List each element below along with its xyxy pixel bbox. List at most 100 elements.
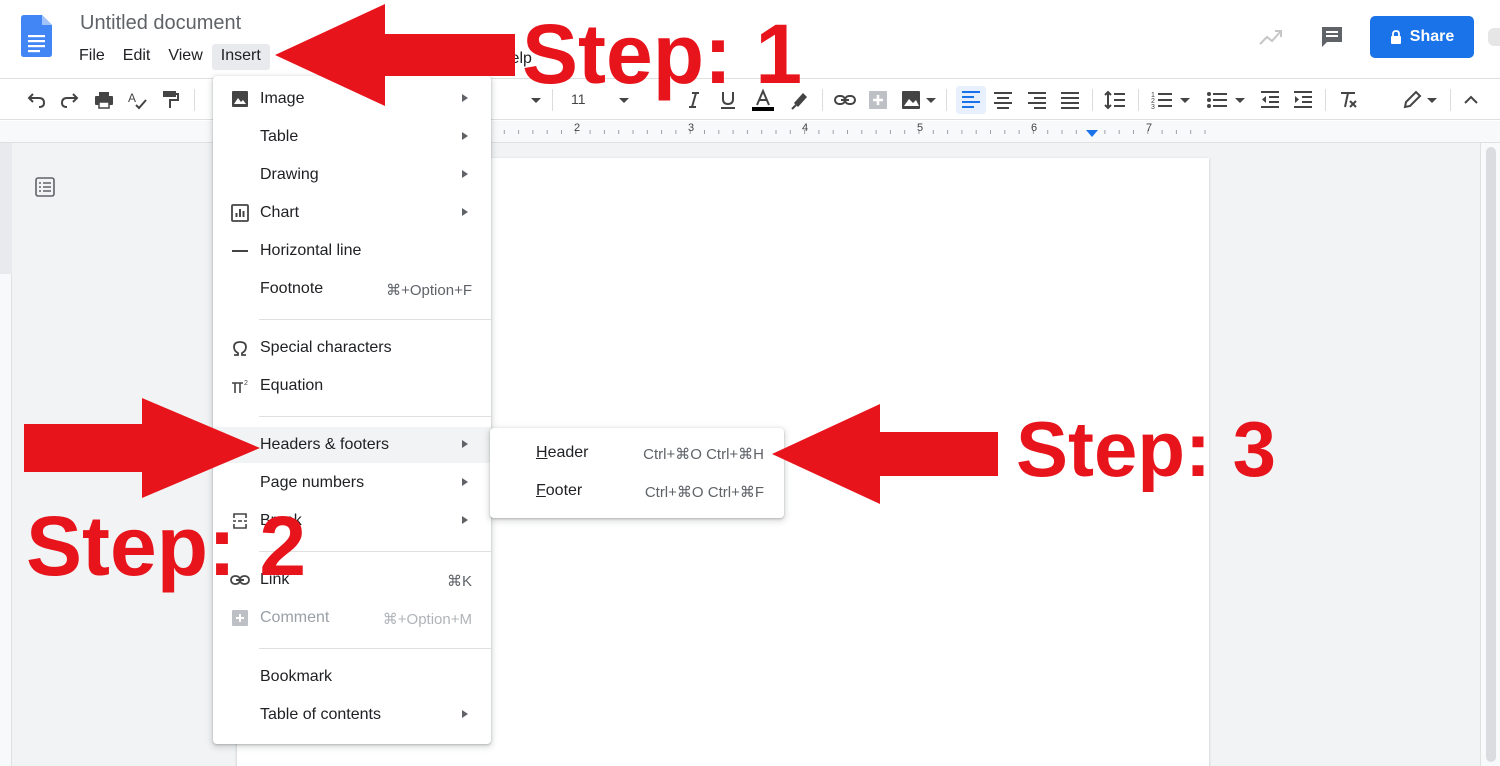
comments-icon[interactable] — [1319, 24, 1345, 50]
right-indent-marker-icon[interactable] — [1085, 130, 1099, 138]
account-avatar[interactable] — [1488, 28, 1500, 46]
image-icon — [230, 89, 250, 109]
ruler-number: 3 — [688, 122, 695, 134]
toolbar-separator — [946, 89, 947, 111]
share-label: Share — [1409, 28, 1455, 45]
google-docs-window: Untitled document File Edit View Insert … — [0, 0, 1500, 766]
submenu-arrow-icon — [462, 170, 468, 178]
submenu-item-shortcut: Ctrl+⌘O Ctrl+⌘F — [644, 484, 764, 501]
menu-item-table[interactable]: Table — [213, 119, 491, 155]
ruler-ticks — [490, 130, 1206, 134]
toolbar-separator — [822, 89, 823, 111]
annotation-arrow-step3 — [772, 404, 998, 504]
menu-item-footnote[interactable]: Footnote ⌘+Option+F — [213, 271, 491, 307]
menu-edit[interactable]: Edit — [114, 44, 160, 70]
ruler-number: 7 — [1146, 122, 1153, 134]
menu-item-label: Chart — [260, 204, 300, 221]
toolbar-separator — [1450, 89, 1451, 111]
submenu-arrow-icon — [462, 440, 468, 448]
paint-format-icon[interactable] — [158, 88, 182, 112]
menu-file[interactable]: File — [70, 44, 114, 70]
menu-item-bookmark[interactable]: Bookmark — [213, 659, 491, 695]
justify-icon[interactable] — [1058, 88, 1082, 112]
menu-item-horizontal-line[interactable]: Horizontal line — [213, 233, 491, 269]
document-outline-icon[interactable] — [34, 176, 56, 198]
increase-indent-icon[interactable] — [1291, 88, 1315, 112]
docs-logo-icon[interactable] — [21, 15, 52, 57]
activity-trend-icon[interactable] — [1258, 26, 1284, 48]
submenu-arrow-icon — [462, 132, 468, 140]
menu-item-label: Drawing — [260, 166, 319, 183]
menu-item-label: Equation — [260, 377, 324, 394]
menu-bar: File Edit View Insert — [70, 44, 270, 70]
clear-formatting-icon[interactable] — [1336, 88, 1360, 112]
print-icon[interactable] — [92, 88, 116, 112]
menu-separator — [259, 416, 491, 417]
menu-item-chart[interactable]: Chart — [213, 195, 491, 231]
submenu-item-label: Footer — [536, 482, 583, 499]
align-left-icon[interactable] — [956, 86, 986, 114]
ruler-number: 5 — [917, 122, 924, 134]
insert-image-icon[interactable] — [899, 88, 923, 112]
menu-item-label: Table — [260, 128, 299, 145]
svg-text:A: A — [128, 91, 136, 105]
omega-icon — [230, 338, 250, 358]
collapse-toolbar-chevron-icon[interactable] — [1459, 88, 1483, 112]
chart-icon — [230, 203, 250, 223]
editing-mode-pencil-icon[interactable] — [1400, 88, 1424, 112]
headers-footers-submenu: Header Ctrl+⌘O Ctrl+⌘H Footer Ctrl+⌘O Ct… — [490, 428, 784, 518]
align-right-icon[interactable] — [1025, 88, 1049, 112]
document-title[interactable]: Untitled document — [80, 12, 241, 35]
svg-text:2: 2 — [244, 380, 248, 387]
submenu-item-footer[interactable]: Footer Ctrl+⌘O Ctrl+⌘F — [490, 472, 784, 510]
vertical-scrollbar[interactable] — [1480, 143, 1500, 766]
decrease-indent-icon[interactable] — [1258, 88, 1282, 112]
ruler-number: 2 — [574, 122, 581, 134]
annotation-arrow-step1 — [275, 4, 515, 106]
toolbar-separator — [1138, 89, 1139, 111]
menu-item-shortcut: ⌘+Option+M — [382, 611, 472, 628]
menu-item-label: Headers & footers — [260, 436, 389, 453]
editing-mode-dropdown-icon[interactable] — [1425, 88, 1439, 112]
menu-item-shortcut: ⌘+Option+F — [386, 282, 472, 299]
submenu-arrow-icon — [462, 478, 468, 486]
menu-item-label: Table of contents — [260, 706, 381, 723]
align-center-icon[interactable] — [991, 88, 1015, 112]
submenu-arrow-icon — [462, 710, 468, 718]
menu-view[interactable]: View — [159, 44, 211, 70]
image-dropdown-icon[interactable] — [924, 88, 938, 112]
annotation-step3: Step: 3 — [1016, 405, 1277, 493]
ruler-number: 6 — [1031, 122, 1038, 134]
menu-item-label: Special characters — [260, 339, 392, 356]
toolbar-separator — [1325, 89, 1326, 111]
annotation-arrow-step2 — [24, 398, 260, 498]
ruler-number: 4 — [802, 122, 809, 134]
menu-item-label: Page numbers — [260, 474, 365, 491]
menu-separator — [259, 648, 491, 649]
scrollbar-thumb[interactable] — [1486, 147, 1496, 762]
submenu-item-shortcut: Ctrl+⌘O Ctrl+⌘H — [643, 446, 764, 463]
submenu-item-header[interactable]: Header Ctrl+⌘O Ctrl+⌘H — [490, 434, 784, 472]
menu-item-drawing[interactable]: Drawing — [213, 157, 491, 193]
menu-item-label: Comment — [260, 609, 330, 626]
menu-item-table-of-contents[interactable]: Table of contents — [213, 697, 491, 733]
redo-icon[interactable] — [58, 88, 82, 112]
bulleted-list-icon[interactable] — [1205, 88, 1229, 112]
menu-item-special-characters[interactable]: Special characters — [213, 330, 491, 366]
lock-icon — [1390, 30, 1401, 44]
add-comment-icon[interactable] — [866, 88, 890, 112]
menu-separator — [259, 319, 491, 320]
line-spacing-icon[interactable] — [1103, 88, 1127, 112]
submenu-item-label: Header — [536, 444, 589, 461]
share-button[interactable]: Share — [1370, 16, 1474, 58]
pi-icon: 2 — [230, 376, 250, 396]
link-icon[interactable] — [833, 88, 857, 112]
bulleted-list-dropdown-icon[interactable] — [1233, 88, 1247, 112]
undo-icon[interactable] — [24, 88, 48, 112]
menu-item-comment: Comment ⌘+Option+M — [213, 600, 491, 636]
menu-item-label: Horizontal line — [260, 242, 362, 259]
numbered-list-icon[interactable]: 123 — [1150, 88, 1174, 112]
menu-insert[interactable]: Insert — [211, 44, 270, 70]
spellcheck-icon[interactable]: A — [125, 88, 149, 112]
numbered-list-dropdown-icon[interactable] — [1178, 88, 1192, 112]
